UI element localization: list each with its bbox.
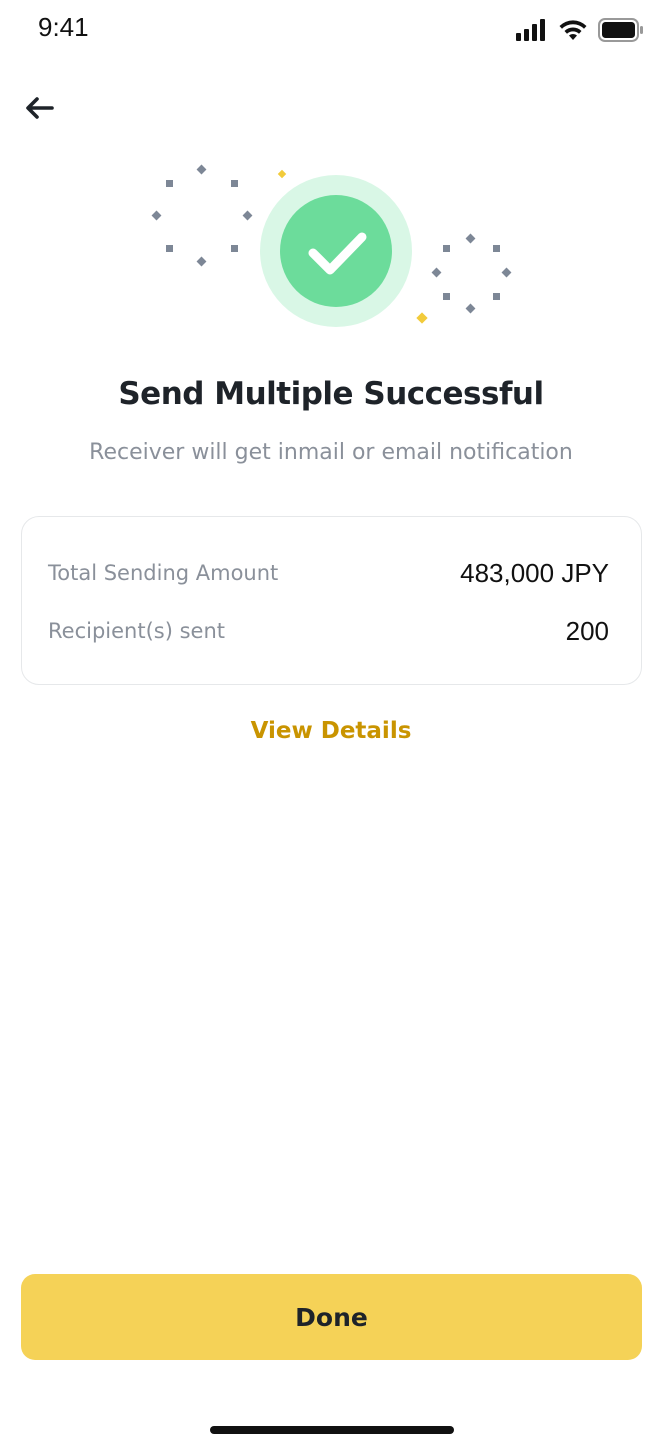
summary-label: Recipient(s) sent (48, 619, 225, 643)
wifi-icon (559, 20, 587, 40)
status-bar: 9:41 (0, 0, 662, 60)
view-details-link[interactable]: View Details (0, 718, 662, 744)
summary-row-recipients: Recipient(s) sent 200 (48, 611, 609, 651)
status-icons (516, 18, 644, 42)
check-circle (280, 195, 392, 307)
page-subtitle: Receiver will get inmail or email notifi… (89, 440, 573, 465)
sparkle-cluster-right (431, 233, 512, 314)
sparkle-yellow-top (277, 169, 287, 179)
home-indicator (210, 1426, 454, 1434)
summary-value: 200 (565, 615, 609, 646)
success-illustration (151, 164, 512, 327)
status-time: 9:41 (38, 12, 89, 42)
back-button[interactable] (22, 90, 62, 126)
battery-icon (598, 18, 643, 42)
screen: 9:41 Send Multiple Successful Receiver w… (0, 0, 662, 1436)
sparkle-yellow-bottom (416, 312, 428, 324)
page-title: Send Multiple Successful (118, 376, 544, 412)
summary-row-total-amount: Total Sending Amount 483,000 JPY (48, 553, 609, 593)
summary-label: Total Sending Amount (48, 561, 279, 585)
summary-value: 483,000 JPY (460, 557, 609, 588)
arrow-left-icon (26, 97, 54, 119)
cellular-signal-icon (516, 19, 545, 41)
done-button[interactable]: Done (21, 1274, 642, 1360)
summary-card: Total Sending Amount 483,000 JPY Recipie… (21, 516, 642, 685)
sparkle-cluster-left (151, 164, 253, 267)
